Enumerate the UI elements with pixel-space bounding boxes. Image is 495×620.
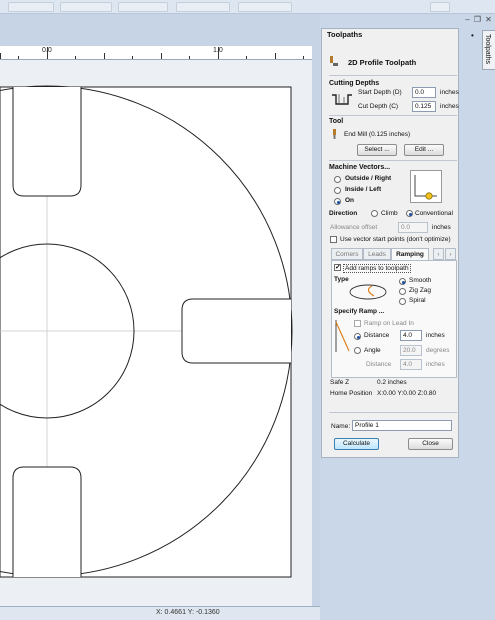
distance2-input[interactable]: 4.0 (400, 359, 422, 370)
tool-heading: Tool (329, 118, 344, 125)
ramp-on-lead-label: Ramp on Lead In (364, 320, 414, 327)
cut-depth-unit: inches (440, 103, 459, 110)
smooth-label: Smooth (409, 277, 432, 284)
start-depth-unit: inches (440, 89, 459, 96)
distance-radio[interactable] (354, 333, 361, 340)
end-mill-icon (332, 129, 338, 139)
ruler-label: 1.0 (213, 47, 223, 54)
toolpath-title: 2D Profile Toolpath (348, 58, 417, 67)
home-position-value: X:0.00 Y:0.00 Z:0.80 (377, 390, 437, 397)
drawing-sheet[interactable] (0, 60, 312, 610)
spiral-label: Spiral (409, 297, 426, 304)
app-window: – ❐ ✕ 0.0 1.0 X: 0.4661 Y: -0.1360 Toolp… (0, 0, 495, 620)
climb-label: Climb (381, 210, 398, 217)
cutting-depths-heading: Cutting Depths (329, 80, 380, 87)
minimize-icon[interactable]: – (463, 15, 472, 25)
machine-vectors-heading: Machine Vectors... (329, 164, 391, 171)
vector-start-label: Use vector start points (don't optimize) (340, 236, 451, 243)
angle-input[interactable]: 20.0 (400, 345, 422, 356)
pin-icon[interactable]: • (471, 31, 474, 40)
close-icon[interactable]: ✕ (484, 15, 493, 25)
on-label: On (345, 197, 355, 204)
cursor-coordinates: X: 0.4661 Y: -0.1360 (156, 609, 220, 616)
calculate-button[interactable]: Calculate (334, 438, 379, 450)
options-tab-bar: Corners Leads Ramping ‹ › (331, 248, 457, 260)
on-radio[interactable] (334, 198, 341, 205)
divider (329, 115, 457, 116)
panel-title: Toolpaths (327, 30, 363, 39)
ramp-preview-icon (344, 282, 392, 302)
safe-z-label: Safe Z (330, 379, 350, 386)
name-label: Name: (331, 423, 351, 430)
restore-icon[interactable]: ❐ (473, 15, 482, 25)
conventional-label: Conventional (415, 210, 453, 217)
drawing-area[interactable]: 0.0 1.0 X: 0.4661 Y: -0.1360 (0, 14, 320, 620)
tab-scroll-prev-button[interactable]: ‹ (433, 248, 444, 260)
window-tab-strip (0, 0, 495, 14)
divider (329, 160, 457, 161)
safe-z-value: 0.2 inches (377, 379, 407, 386)
cut-depth-input[interactable]: 0.125 (412, 101, 436, 112)
zigzag-label: Zig Zag (409, 287, 432, 294)
vector-preview-icon (410, 170, 442, 203)
window-tab[interactable] (60, 2, 112, 12)
allowance-label: Allowance offset (330, 224, 378, 231)
angle-unit: degrees (426, 347, 450, 354)
inside-left-label: Inside / Left (345, 186, 382, 193)
distance-input[interactable]: 4.0 (400, 330, 422, 341)
angle-label: Angle (364, 347, 381, 354)
ruler-label: 0.0 (42, 47, 52, 54)
tab-leads[interactable]: Leads (363, 248, 391, 260)
close-button[interactable]: Close (408, 438, 453, 450)
toolpath-name-input[interactable]: Profile 1 (352, 420, 452, 431)
divider (329, 412, 457, 413)
select-tool-button[interactable]: Select ... (357, 144, 397, 156)
profile-toolpath-icon (329, 55, 339, 67)
start-depth-label: Start Depth (D) (358, 89, 402, 96)
tool-name: End Mill (0.125 inches) (344, 131, 411, 138)
edit-tool-button[interactable]: Edit ... (404, 144, 444, 156)
vector-start-checkbox[interactable] (330, 236, 337, 243)
window-tab[interactable] (238, 2, 292, 12)
window-tab[interactable] (176, 2, 230, 12)
climb-radio[interactable] (371, 210, 378, 217)
tab-ramping[interactable]: Ramping (391, 248, 429, 260)
spiral-radio[interactable] (399, 298, 406, 305)
home-position-label: Home Position (330, 390, 373, 397)
window-tab[interactable] (118, 2, 168, 12)
outside-right-radio[interactable] (334, 176, 341, 183)
outside-right-label: Outside / Right (345, 175, 392, 182)
window-tab[interactable] (8, 2, 54, 12)
add-ramps-checkbox[interactable]: ✓ (334, 264, 341, 271)
smooth-radio[interactable] (399, 278, 406, 285)
direction-label: Direction (329, 210, 358, 217)
ramp-angle-icon (334, 318, 352, 354)
inside-left-radio[interactable] (334, 187, 341, 194)
distance-unit: inches (426, 332, 445, 339)
horizontal-ruler: 0.0 1.0 (0, 46, 312, 60)
distance2-label: Distance (366, 361, 392, 368)
tab-corners[interactable]: Corners (331, 248, 363, 260)
part-drawing (0, 85, 293, 578)
distance-label: Distance (364, 332, 390, 339)
specify-ramp-label: Specify Ramp ... (334, 308, 385, 315)
distance2-unit: inches (426, 361, 445, 368)
toolpaths-side-tab[interactable]: Toolpaths (482, 30, 495, 70)
window-tab[interactable] (430, 2, 450, 12)
status-bar: X: 0.4661 Y: -0.1360 (0, 606, 320, 620)
angle-radio[interactable] (354, 347, 361, 354)
cut-depth-label: Cut Depth (C) (358, 103, 399, 110)
allowance-input[interactable]: 0.0 (398, 222, 428, 233)
ramp-on-lead-checkbox[interactable] (354, 320, 361, 327)
allowance-unit: inches (432, 224, 451, 231)
depth-diagram-icon (331, 92, 353, 108)
side-tab-label: Toolpaths (484, 34, 491, 64)
zigzag-radio[interactable] (399, 288, 406, 295)
divider (329, 75, 457, 76)
tab-scroll-next-button[interactable]: › (445, 248, 456, 260)
add-ramps-label: Add ramps to toolpath (343, 264, 411, 273)
conventional-radio[interactable] (406, 210, 413, 217)
start-depth-input[interactable]: 0.0 (412, 87, 436, 98)
